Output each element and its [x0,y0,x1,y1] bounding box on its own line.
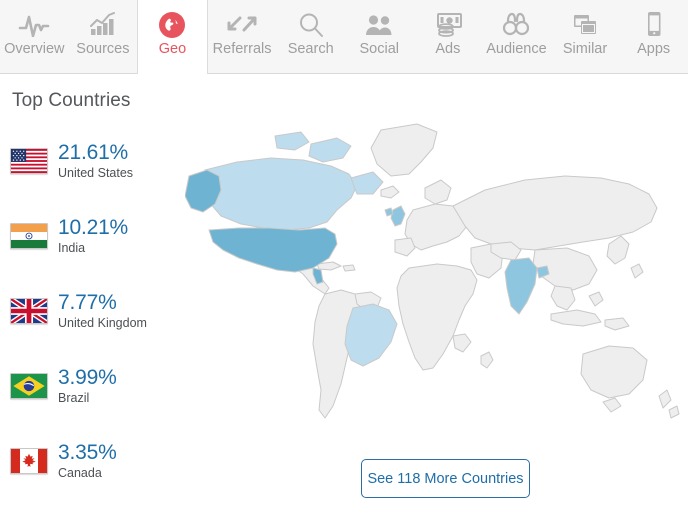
country-percent: 3.99% [58,366,117,390]
tab-label: Apps [637,41,671,57]
top-countries-list: 21.61% United States 10.21% India 7.77% … [10,138,180,513]
country-text: 3.35% Canada [58,442,117,480]
tab-search[interactable]: Search [276,0,345,74]
people-icon [364,11,394,38]
country-text: 7.77% United Kingdom [58,292,147,330]
country-text: 21.61% United States [58,142,133,180]
tab-label: Similar [562,41,608,57]
geo-panel: Top Countries 21.61% United States 10.21… [0,74,688,523]
tab-label: Search [287,41,334,57]
country-name: Brazil [58,391,90,406]
phone-icon [644,11,664,38]
tab-label: Geo [158,41,187,57]
world-map[interactable] [185,118,685,448]
map-region-canada-arctic2 [274,131,310,151]
list-item[interactable]: 3.35% Canada [10,438,180,484]
tab-label: Overview [4,41,65,57]
tab-label: Social [359,41,400,57]
list-item[interactable]: 3.99% Brazil [10,363,180,409]
globe-icon [159,11,186,38]
country-percent: 3.35% [58,441,117,465]
map-region-ireland [384,207,394,217]
windows-icon [570,11,600,38]
tab-geo[interactable]: Geo [137,0,208,75]
tab-overview[interactable]: Overview [0,0,69,74]
tab-ads[interactable]: Ads [414,0,483,74]
country-percent: 21.61% [58,141,129,165]
list-item[interactable]: 10.21% India [10,213,180,259]
globe-badge [159,11,186,38]
money-icon [433,11,463,38]
list-item[interactable]: 21.61% United States [10,138,180,184]
tab-sources[interactable]: Sources [69,0,138,74]
country-name: Canada [58,466,102,481]
tab-label: Audience [486,41,547,57]
page-title: Top Countries [12,90,131,111]
map-region-canada-arctic [308,137,352,163]
tab-social[interactable]: Social [345,0,414,74]
country-percent: 7.77% [58,291,117,315]
world-map-svg [185,123,680,419]
map-region-united-kingdom [390,205,406,227]
flag-ca-icon [10,448,48,474]
country-text: 3.99% Brazil [58,367,117,405]
search-icon [298,11,324,38]
tab-referrals[interactable]: Referrals [208,0,277,74]
pulse-icon [18,11,50,38]
flag-br-icon [10,373,48,399]
see-more-countries-button[interactable]: See 118 More Countries [361,459,530,498]
map-region-brazil [344,303,398,367]
main-tab-bar: Overview Sources Geo Referrals Search So… [0,0,688,75]
flag-in-icon [10,223,48,249]
flag-us-icon [10,148,48,174]
list-item[interactable]: 7.77% United Kingdom [10,288,180,334]
map-region-india [504,257,538,315]
country-percent: 10.21% [58,216,129,240]
tab-label: Ads [435,41,461,57]
country-name: United Kingdom [58,316,147,331]
tab-label: Referrals [212,41,272,57]
map-region-canada [202,157,358,231]
tab-label: Sources [76,41,130,57]
map-region-united-states [208,227,338,273]
tab-apps[interactable]: Apps [619,0,688,74]
tab-audience[interactable]: Audience [482,0,551,74]
country-name: India [58,241,86,256]
arrows-icon [225,11,259,38]
country-name: United States [58,166,134,181]
country-text: 10.21% India [58,217,128,255]
bar-chart-icon [89,11,117,38]
binoculars-icon [502,11,530,38]
flag-gb-icon [10,298,48,324]
map-region-canada-labrador [350,171,384,195]
tab-similar[interactable]: Similar [551,0,620,74]
